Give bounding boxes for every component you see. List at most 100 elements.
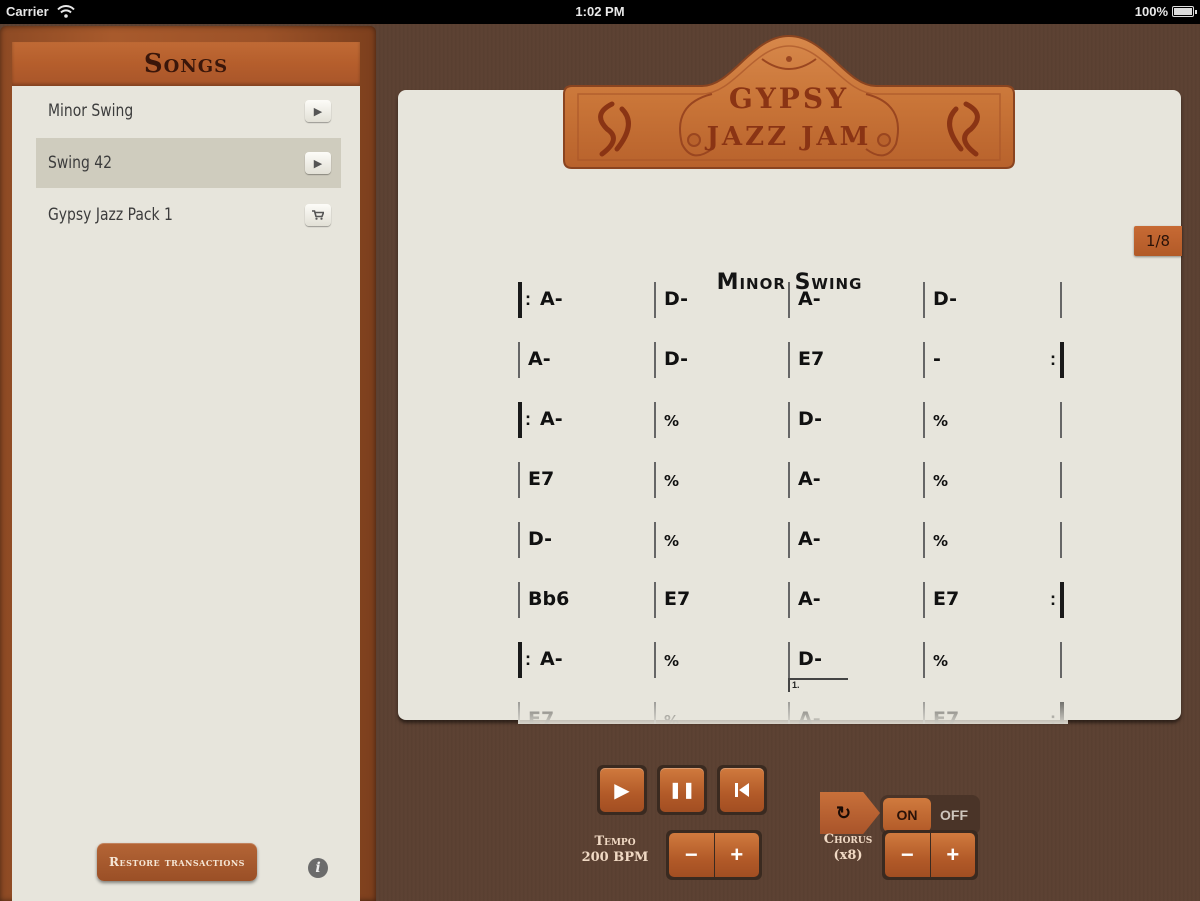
battery-percent: 100%	[1134, 4, 1168, 19]
chorus-decrease-button[interactable]: −	[885, 833, 930, 877]
barline	[654, 402, 656, 438]
chord-row: : A-% D-% 1.	[518, 638, 1068, 692]
page-indicator[interactable]: 1/8	[1134, 226, 1182, 256]
barline	[1060, 282, 1062, 318]
barline	[654, 642, 656, 678]
chorus-increase-button[interactable]: +	[930, 833, 975, 877]
barline	[1060, 402, 1062, 438]
loop-toggle[interactable]: ON OFF	[880, 795, 980, 835]
tempo-decrease-button[interactable]: −	[669, 833, 714, 877]
barline	[923, 522, 925, 558]
app-main: Songs Minor Swing ▶ Swing 42 ▶ Gypsy Jaz…	[0, 24, 1200, 901]
chord-symbol: A-	[798, 468, 821, 490]
repeat-start-barline	[518, 282, 522, 318]
barline	[518, 342, 520, 378]
play-button[interactable]: ▶	[597, 765, 647, 815]
repeat-measure-symbol: %	[664, 652, 680, 670]
play-icon[interactable]: ▶	[305, 100, 331, 122]
play-icon: ▶	[600, 768, 644, 812]
clock: 1:02 PM	[575, 4, 625, 19]
tempo-increase-button[interactable]: +	[714, 833, 759, 877]
chord-symbol: E7	[933, 588, 960, 610]
chord-row: : A- D- A- D-	[518, 278, 1068, 326]
chord-symbol: A-	[798, 528, 821, 550]
chord-symbol: A-	[798, 588, 821, 610]
barline	[788, 462, 790, 498]
song-label: Minor Swing	[48, 101, 134, 121]
song-item-minor-swing[interactable]: Minor Swing ▶	[36, 86, 341, 136]
chord-symbol: A-	[540, 288, 563, 310]
barline	[1060, 642, 1062, 678]
first-ending-bracket: 1.	[788, 678, 848, 692]
barline	[518, 582, 520, 618]
repeat-dots: :	[525, 409, 531, 429]
barline	[788, 522, 790, 558]
chord-symbol: A-	[540, 408, 563, 430]
gypsy-jazz-jam-logo: GYPSY JAZZ JAM	[562, 34, 1016, 174]
pause-icon: ❚❚	[660, 768, 704, 812]
tempo-stepper[interactable]: − +	[666, 830, 762, 880]
chord-symbol: A-	[798, 288, 821, 310]
barline	[654, 282, 656, 318]
rewind-button[interactable]	[717, 765, 767, 815]
info-icon[interactable]: i	[308, 858, 328, 878]
chorus-value: (x8)	[833, 848, 863, 863]
barline	[518, 462, 520, 498]
songs-sidebar: Songs Minor Swing ▶ Swing 42 ▶ Gypsy Jaz…	[0, 26, 376, 901]
repeat-measure-symbol: %	[664, 532, 680, 550]
loop-icon: ↻	[820, 792, 880, 834]
barline	[923, 342, 925, 378]
cart-icon[interactable]	[305, 204, 331, 226]
barline	[654, 522, 656, 558]
barline	[788, 342, 790, 378]
repeat-end-barline	[1060, 582, 1064, 618]
chord-symbol: E7	[664, 588, 691, 610]
tempo-label: Tempo 200 BPM	[575, 834, 655, 866]
chord-symbol: D-	[798, 408, 823, 430]
repeat-dots: :	[1050, 349, 1056, 369]
repeat-measure-symbol: %	[933, 412, 949, 430]
barline	[788, 642, 790, 678]
play-icon[interactable]: ▶	[305, 152, 331, 174]
song-item-swing-42[interactable]: Swing 42 ▶	[36, 138, 341, 188]
barline	[1060, 462, 1062, 498]
barline	[518, 522, 520, 558]
repeat-measure-symbol: %	[933, 532, 949, 550]
chord-symbol: E7	[798, 348, 825, 370]
chord-symbol: A-	[528, 348, 551, 370]
repeat-end-barline	[1060, 342, 1064, 378]
song-item-gypsy-jazz-pack-1[interactable]: Gypsy Jazz Pack 1	[36, 190, 341, 240]
repeat-dots: :	[525, 289, 531, 309]
barline	[923, 582, 925, 618]
chord-symbol: D-	[528, 528, 553, 550]
barline	[788, 402, 790, 438]
chord-symbol: E7	[528, 468, 555, 490]
chord-symbol: D-	[933, 288, 958, 310]
chord-row: D-% A-%	[518, 518, 1068, 566]
loop-glyph: ↻	[836, 802, 852, 823]
chord-symbol: D-	[664, 348, 689, 370]
tempo-value: 200 BPM	[581, 850, 649, 865]
pause-button[interactable]: ❚❚	[657, 765, 707, 815]
barline	[654, 342, 656, 378]
chord-row: A- D- E7 -:	[518, 338, 1068, 386]
repeat-start-barline	[518, 402, 522, 438]
loop-off-option[interactable]: OFF	[931, 798, 977, 832]
chorus-label: Chorus (x8)	[812, 832, 884, 864]
chord-symbol: A-	[540, 648, 563, 670]
restore-transactions-button[interactable]: Restore transactions	[97, 843, 257, 881]
chorus-title: Chorus	[823, 832, 873, 847]
repeat-measure-symbol: %	[933, 472, 949, 490]
song-list: Minor Swing ▶ Swing 42 ▶ Gypsy Jazz Pack…	[12, 86, 360, 901]
chord-grid: : A- D- A- D- A- D- E7-:: A-% D-% E7% A-% D-% A-% Bb6 E…	[518, 278, 1068, 724]
barline	[654, 582, 656, 618]
chord-row: E7% A-%	[518, 458, 1068, 506]
chorus-stepper[interactable]: − +	[882, 830, 978, 880]
loop-on-option[interactable]: ON	[883, 798, 931, 832]
tempo-title: Tempo	[594, 834, 636, 849]
barline	[923, 282, 925, 318]
barline	[923, 642, 925, 678]
repeat-start-barline	[518, 642, 522, 678]
barline	[654, 462, 656, 498]
sidebar-title: Songs	[143, 49, 229, 79]
